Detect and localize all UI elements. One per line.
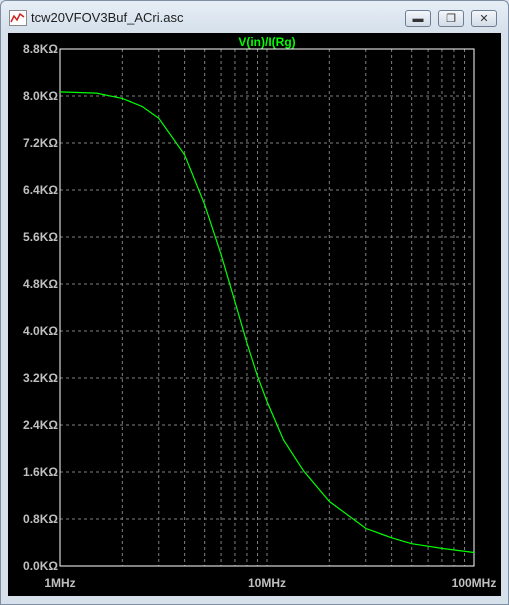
chart-svg[interactable]: V(in)/I(Rg) 0.0KΩ 0.8KΩ 1.6KΩ 2.4KΩ 3.2KΩ 4.0… xyxy=(8,33,501,596)
chart-title: V(in)/I(Rg) xyxy=(238,35,295,49)
restore-button[interactable]: ❐ xyxy=(438,10,464,27)
plot-window: tcw20VFOV3Buf_ACri.asc ▬ ❐ ✕ V(in)/I(Rg)… xyxy=(0,0,509,605)
y-tick-label: 5.6KΩ xyxy=(23,230,58,244)
window-title: tcw20VFOV3Buf_ACri.asc xyxy=(31,10,184,25)
y-tick-labels: 0.0KΩ 0.8KΩ 1.6KΩ 2.4KΩ 3.2KΩ 4.0KΩ 4.8KΩ 5.6KΩ… xyxy=(23,42,58,573)
close-button[interactable]: ✕ xyxy=(471,10,497,27)
y-tick-label: 1.6KΩ xyxy=(23,465,58,479)
y-tick-label: 4.0KΩ xyxy=(23,324,58,338)
plot-pane[interactable]: V(in)/I(Rg) 0.0KΩ 0.8KΩ 1.6KΩ 2.4KΩ 3.2KΩ 4.0… xyxy=(8,33,501,596)
minimize-button[interactable]: ▬ xyxy=(405,10,431,27)
y-tick-label: 4.8KΩ xyxy=(23,277,58,291)
y-tick-label: 8.0KΩ xyxy=(23,89,58,103)
y-tick-label: 7.2KΩ xyxy=(23,136,58,150)
y-tick-label: 2.4KΩ xyxy=(23,418,58,432)
y-tick-label: 0.8KΩ xyxy=(23,512,58,526)
grid-lines xyxy=(60,49,474,566)
title-bar[interactable]: tcw20VFOV3Buf_ACri.asc ▬ ❐ ✕ xyxy=(1,1,508,33)
y-tick-label: 6.4KΩ xyxy=(23,183,58,197)
waveform-app-icon xyxy=(9,10,27,26)
x-tick-labels: 1MHz 10MHz 100MHz xyxy=(44,576,496,590)
y-tick-label: 8.8KΩ xyxy=(23,42,58,56)
y-tick-label: 3.2KΩ xyxy=(23,371,58,385)
x-tick-label: 10MHz xyxy=(248,576,286,590)
x-tick-label: 100MHz xyxy=(452,576,497,590)
x-tick-label: 1MHz xyxy=(44,576,75,590)
y-tick-label: 0.0KΩ xyxy=(23,559,58,573)
